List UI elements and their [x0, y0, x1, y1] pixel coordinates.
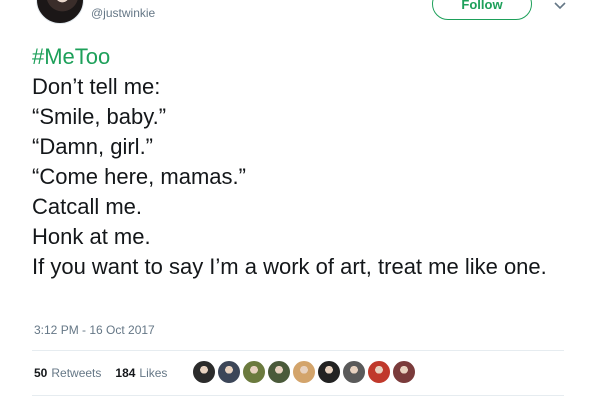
user-handle[interactable]: @justwinkie [91, 6, 155, 20]
likes-label: Likes [139, 366, 168, 380]
tweet-line: “Damn, girl.” [32, 134, 154, 159]
liker-avatar-2[interactable] [217, 360, 241, 384]
tweet-card: @justwinkie Follow #MeToo Don’t tell me:… [0, 0, 600, 400]
retweets-label: Retweets [51, 366, 102, 380]
liker-avatar-5[interactable] [292, 360, 316, 384]
liker-avatar-6[interactable] [317, 360, 341, 384]
divider [32, 395, 564, 396]
follow-button[interactable]: Follow [432, 0, 532, 20]
liker-avatar-3[interactable] [242, 360, 266, 384]
hashtag-link[interactable]: #MeToo [32, 42, 562, 72]
tweet-line: Don’t tell me: [32, 74, 161, 99]
tweet-stats: 50 Retweets 184 Likes [34, 366, 167, 380]
tweet-line: If you want to say I’m a work of art, tr… [32, 254, 547, 279]
liker-avatar-8[interactable] [367, 360, 391, 384]
chevron-down-icon[interactable] [552, 0, 568, 12]
likes-count: 184 [115, 366, 136, 380]
likes-stat[interactable]: 184 Likes [115, 366, 167, 380]
liker-avatar-4[interactable] [267, 360, 291, 384]
tweet-text: #MeToo Don’t tell me: “Smile, baby.” “Da… [32, 42, 562, 282]
retweets-stat[interactable]: 50 Retweets [34, 366, 101, 380]
tweet-header: @justwinkie Follow [36, 0, 576, 32]
tweet-line: “Smile, baby.” [32, 104, 167, 129]
tweet-timestamp[interactable]: 3:12 PM - 16 Oct 2017 [34, 323, 155, 337]
avatar[interactable] [36, 0, 84, 24]
divider [32, 350, 564, 351]
tweet-line: Catcall me. [32, 194, 143, 219]
tweet-line: Honk at me. [32, 224, 151, 249]
liker-avatar-1[interactable] [192, 360, 216, 384]
liker-avatars [192, 360, 416, 384]
liker-avatar-7[interactable] [342, 360, 366, 384]
retweets-count: 50 [34, 366, 48, 380]
liker-avatar-9[interactable] [392, 360, 416, 384]
tweet-line: “Come here, mamas.” [32, 164, 246, 189]
